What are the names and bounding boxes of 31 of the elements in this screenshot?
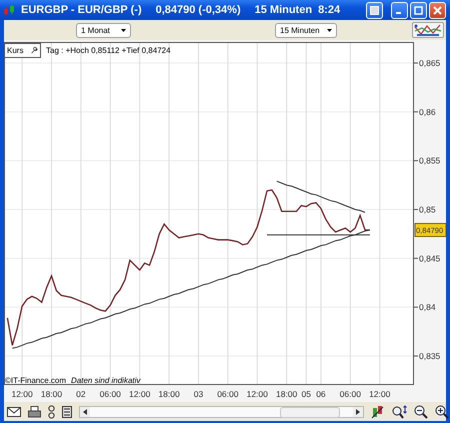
interval-dropdown[interactable]: 15 Minuten	[275, 23, 337, 38]
x-axis-label: 18:00	[40, 389, 62, 399]
disclaimer-text: Daten sind indikativ	[71, 376, 140, 385]
series-label[interactable]: Kurs	[4, 43, 41, 58]
x-axis-label: 05	[302, 389, 311, 399]
x-axis-label: 03	[194, 389, 204, 399]
x-axis-label: 18:00	[276, 389, 298, 399]
x-axis-label: 06:00	[217, 389, 238, 399]
x-axis-label: 06:00	[340, 389, 361, 399]
y-axis-label: 0,865	[419, 58, 440, 68]
y-axis-label: 0,84	[419, 302, 436, 312]
x-axis-label: 12:00	[369, 389, 390, 399]
day-summary: Tag : +Hoch 0,85112 +Tief 0,84724	[46, 46, 171, 55]
x-axis-label: 12:00	[129, 389, 150, 399]
y-axis-label: 0,845	[419, 253, 440, 264]
y-axis-label: 0,85	[419, 204, 436, 214]
source-text: ©IT-Finance.com	[5, 376, 66, 385]
x-axis-label: 06	[316, 389, 326, 399]
x-axis-label: 12:00	[11, 389, 33, 399]
x-axis-label: 06:00	[100, 389, 121, 399]
x-axis-label: 02	[76, 389, 86, 399]
y-axis-label: 0,86	[419, 106, 436, 117]
x-axis-label: 18:00	[158, 389, 180, 399]
quote-text: 0,84790 (-0,34%)	[156, 4, 241, 16]
x-axis-label: 12:00	[246, 389, 268, 399]
y-axis-label: 0,835	[419, 351, 440, 361]
y-axis-label: 0,855	[419, 156, 440, 166]
time-text: 8:24	[318, 4, 340, 16]
range-dropdown[interactable]: 1 Monat	[76, 23, 131, 38]
interval-text: 15 Minuten	[254, 4, 312, 16]
symbol-title: EURGBP - EUR/GBP (-)	[21, 4, 142, 16]
